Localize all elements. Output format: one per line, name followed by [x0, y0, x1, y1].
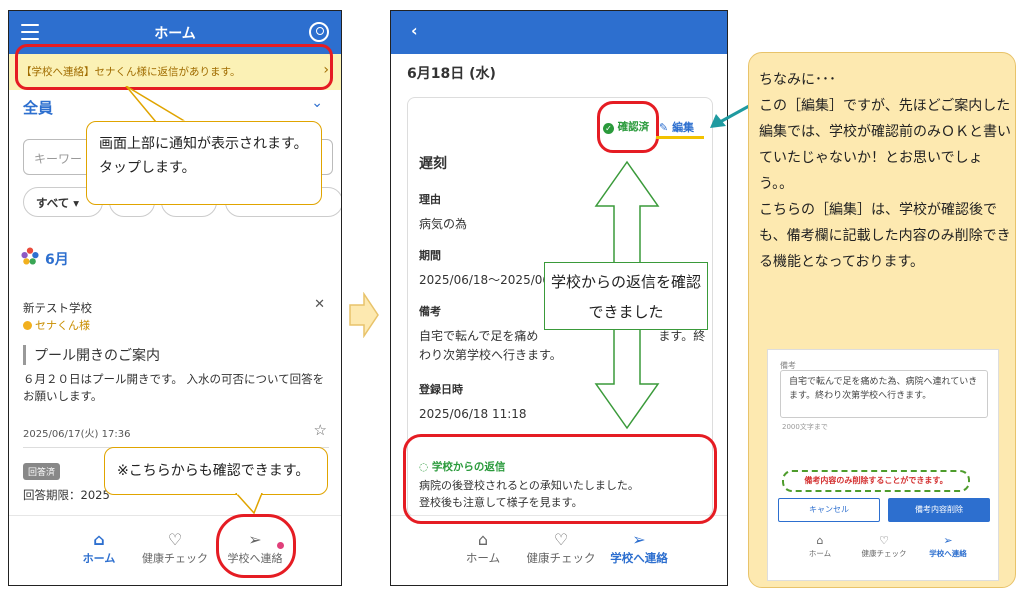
reason-label: 理由 [419, 193, 441, 206]
nav-home-label: ホーム [808, 549, 832, 558]
send-icon: ➢ [943, 534, 953, 547]
note-textarea[interactable]: 自宅で転んで足を痛めた為、病院へ連れていきます。終わり次第学校へ行きます。 [780, 370, 988, 418]
account-icon[interactable] [309, 22, 329, 42]
send-icon: ➢ [632, 530, 646, 549]
nav-health-label: 健康チェック [526, 551, 596, 565]
pencil-icon: ✎ [659, 121, 669, 134]
explanation-panel: ちなみに･･･ この［編集］ですが、先ほどご案内した編集では、学校が確認前のみＯ… [748, 52, 1016, 588]
edit-screen-thumbnail: 備考 自宅で転んで足を痛めた為、病院へ連れていきます。終わり次第学校へ行きます。… [767, 349, 999, 581]
page-title: ホーム [154, 26, 196, 42]
highlight-confirmed [597, 101, 659, 153]
delete-note-button[interactable]: 備考内容削除 [888, 498, 990, 522]
contact-type: 遅刻 [419, 156, 447, 172]
edit-label: 編集 [672, 121, 695, 134]
status-badge: 回答済 [23, 463, 61, 480]
nav-contact-label: 学校へ連絡 [610, 551, 668, 565]
cancel-button[interactable]: キャンセル [778, 498, 880, 522]
callout-top: 画面上部に通知が表示されます。タップします。 [86, 121, 322, 205]
registered-value: 2025/06/18 11:18 [419, 407, 527, 421]
nav-contact-label: 学校へ連絡 [929, 549, 967, 558]
chevron-down-icon[interactable]: ⌄ [311, 95, 323, 111]
date-heading: 6月18日 (水) [407, 66, 496, 82]
nav-health[interactable]: ♡ 健康チェック [854, 534, 914, 559]
nav-home[interactable]: ⌂ ホーム [790, 534, 850, 559]
nav-contact[interactable]: ➢ 学校へ連絡 [589, 530, 689, 566]
explanation-line-3: こちらの［編集］は、学校が確認後でも、備考欄に記載した内容のみ削除できる機能とな… [759, 202, 1011, 270]
reply-confirm-box: 学校からの返信を確認できました [544, 262, 708, 330]
registered-label: 登録日時 [419, 383, 463, 396]
heart-icon: ♡ [879, 534, 889, 547]
back-icon[interactable]: ‹ [411, 21, 418, 40]
message-child: セナくん様 [23, 317, 90, 333]
filter-all-label: すべて [36, 196, 70, 210]
callout-pointer-top [125, 86, 189, 124]
nav-home-label: ホーム [82, 552, 116, 565]
note-value: 自宅で転んで足を痛め ます。終わり次第学校へ行きます。 [419, 329, 706, 362]
callout-pointer-bottom [234, 493, 263, 515]
answer-deadline: 回答期限：2025 [23, 488, 110, 502]
highlight-notice [15, 44, 333, 90]
edit-underline [656, 136, 704, 139]
message-school: 新テスト学校 [23, 301, 92, 315]
period-label: 期間 [419, 249, 441, 262]
message-body: ６月２０日はプール開きです。 入水の可否について回答をお願いします。 [23, 372, 325, 403]
delete-warning: 備考内容のみ削除することができます。 [782, 470, 970, 492]
highlight-nav-contact [216, 514, 296, 578]
close-icon[interactable]: ✕ [314, 297, 325, 312]
flower-icon [21, 247, 39, 265]
explanation-text: ちなみに･･･ この［編集］ですが、先ほどご案内した編集では、学校が確認前のみＯ… [759, 67, 1011, 275]
group-selector[interactable]: 全員 [23, 97, 53, 118]
highlight-reply [403, 434, 717, 524]
nav-contact[interactable]: ➢ 学校へ連絡 [918, 534, 978, 559]
inbox-icon: ⌂ [816, 534, 824, 547]
edit-button[interactable]: ✎ 編集 [659, 119, 694, 135]
nav-home-label: ホーム [465, 551, 501, 565]
nav-health-label: 健康チェック [142, 552, 208, 565]
explanation-line-1: ちなみに･･･ [759, 72, 836, 88]
message-date: 2025/06/17(火) 17:36 [23, 429, 131, 440]
explanation-line-2: この［編集］ですが、先ほどご案内した編集では、学校が確認前のみＯＫと書いていたじ… [759, 98, 1011, 192]
child-name: セナくん様 [35, 319, 90, 332]
month-label: 6月 [45, 252, 69, 268]
bottom-nav: ⌂ ホーム ♡ 健康チェック ➢ 学校へ連絡 [391, 515, 727, 585]
reason-value: 病気の為 [419, 217, 468, 231]
child-dot-icon [23, 321, 32, 330]
char-count: 2000文字まで [782, 423, 828, 431]
header-bar: ‹ [391, 11, 727, 54]
message-title[interactable]: プール開きのご案内 [23, 345, 160, 365]
callout-bottom: ※こちらからも確認できます。 [104, 447, 328, 495]
arrow-right-icon [349, 292, 379, 338]
note-label: 備考 [419, 305, 441, 318]
star-icon[interactable]: ☆ [314, 421, 327, 439]
nav-health-label: 健康チェック [861, 549, 907, 558]
